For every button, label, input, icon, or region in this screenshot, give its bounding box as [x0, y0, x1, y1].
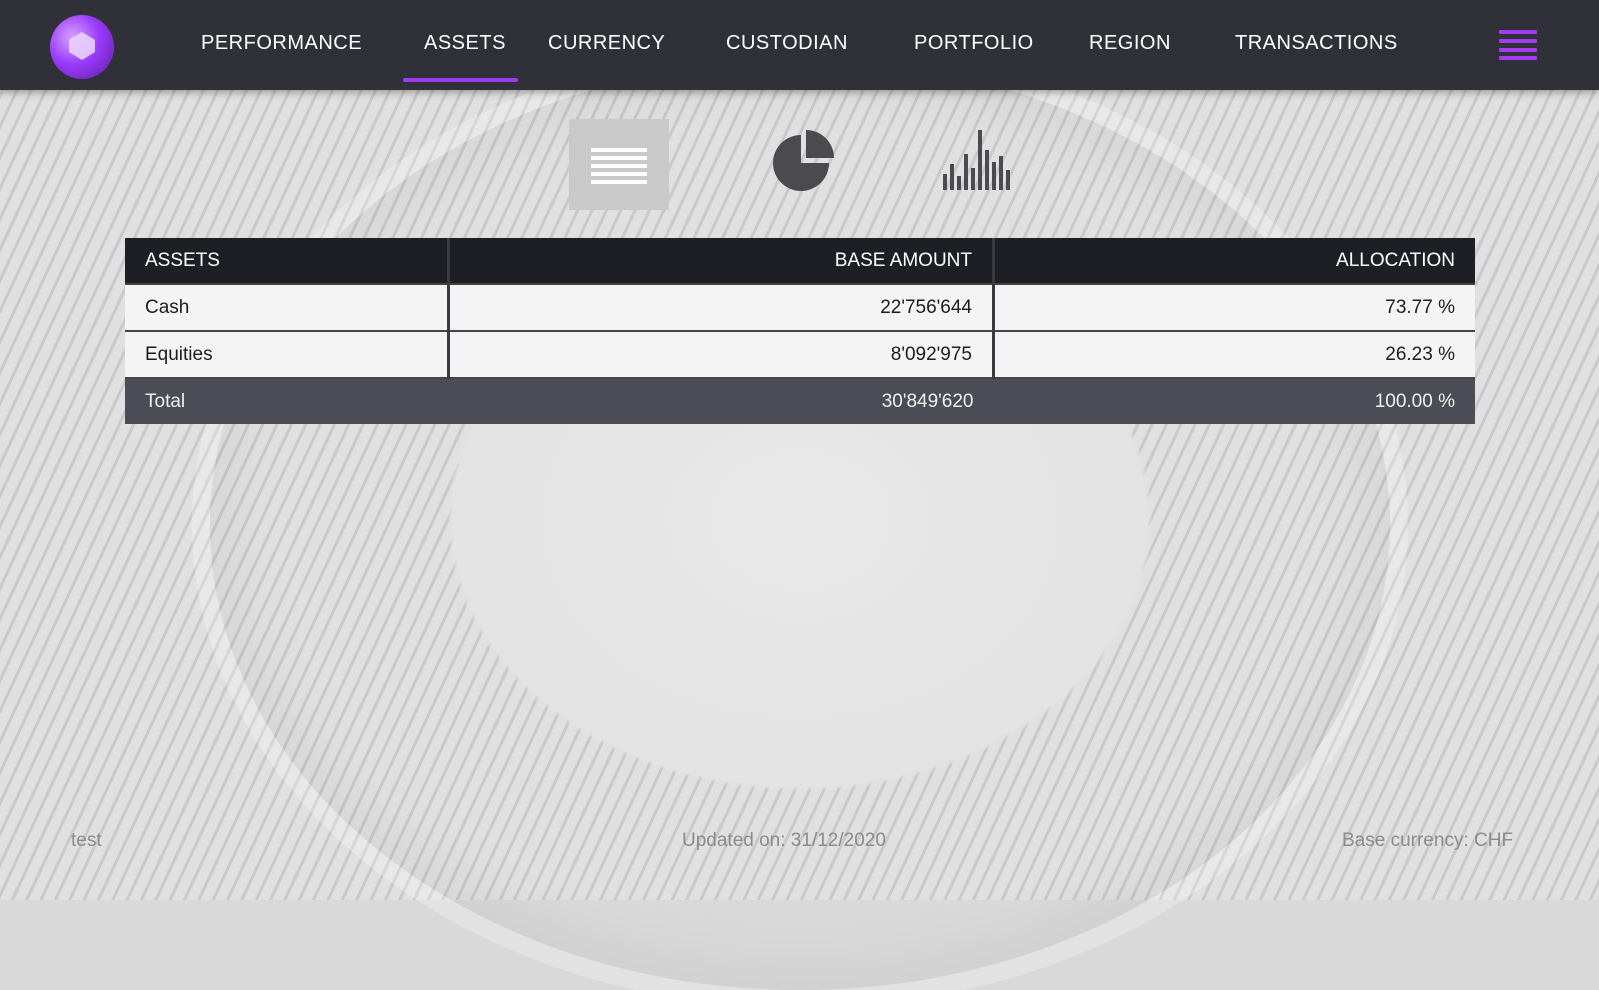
- nav-portfolio[interactable]: PORTFOLIO: [914, 32, 1034, 55]
- footer-base-currency: Base currency: CHF: [1342, 830, 1514, 851]
- cell-asset: Cash: [125, 283, 450, 331]
- nav-assets[interactable]: ASSETS: [424, 32, 506, 55]
- pie-view-button[interactable]: [768, 124, 838, 204]
- top-navigation-bar: PERFORMANCE ASSETS CURRENCY CUSTODIAN PO…: [0, 0, 1599, 90]
- gem-logo-icon[interactable]: [50, 15, 114, 79]
- assets-table-container: ASSETS BASE AMOUNT ALLOCATION Cash 22'75…: [125, 238, 1475, 424]
- table-view-button[interactable]: [569, 119, 669, 210]
- bar-view-button[interactable]: [936, 124, 1016, 204]
- header-assets[interactable]: ASSETS: [125, 238, 450, 284]
- table-list-icon: [591, 148, 647, 184]
- total-allocation: 100.00 %: [993, 377, 1475, 424]
- active-tab-indicator: [403, 78, 518, 82]
- nav-transactions[interactable]: TRANSACTIONS: [1235, 32, 1398, 55]
- cell-amount: 22'756'644: [448, 283, 995, 331]
- nav-currency[interactable]: CURRENCY: [548, 32, 665, 55]
- nav-region[interactable]: REGION: [1089, 32, 1171, 55]
- bar-chart-icon: [943, 130, 1010, 190]
- footer-user-name: test: [71, 830, 102, 851]
- table-header-row: ASSETS BASE AMOUNT ALLOCATION: [125, 238, 1475, 284]
- header-allocation[interactable]: ALLOCATION: [993, 238, 1475, 284]
- assets-table: ASSETS BASE AMOUNT ALLOCATION Cash 22'75…: [125, 238, 1475, 424]
- nav-custodian[interactable]: CUSTODIAN: [726, 32, 848, 55]
- pie-chart-icon: [773, 130, 834, 191]
- cell-allocation: 73.77 %: [993, 283, 1475, 331]
- hamburger-menu-icon[interactable]: [1499, 30, 1537, 60]
- table-row[interactable]: Cash 22'756'644 73.77 %: [125, 283, 1475, 331]
- cell-asset: Equities: [125, 330, 450, 378]
- table-row[interactable]: Equities 8'092'975 26.23 %: [125, 330, 1475, 378]
- total-label: Total: [125, 377, 449, 424]
- nav-performance[interactable]: PERFORMANCE: [201, 32, 362, 55]
- header-base-amount[interactable]: BASE AMOUNT: [448, 238, 995, 284]
- cell-amount: 8'092'975: [448, 330, 995, 378]
- total-amount: 30'849'620: [448, 377, 994, 424]
- cell-allocation: 26.23 %: [993, 330, 1475, 378]
- table-total-row: Total 30'849'620 100.00 %: [125, 377, 1475, 424]
- footer-updated-date: Updated on: 31/12/2020: [682, 830, 886, 851]
